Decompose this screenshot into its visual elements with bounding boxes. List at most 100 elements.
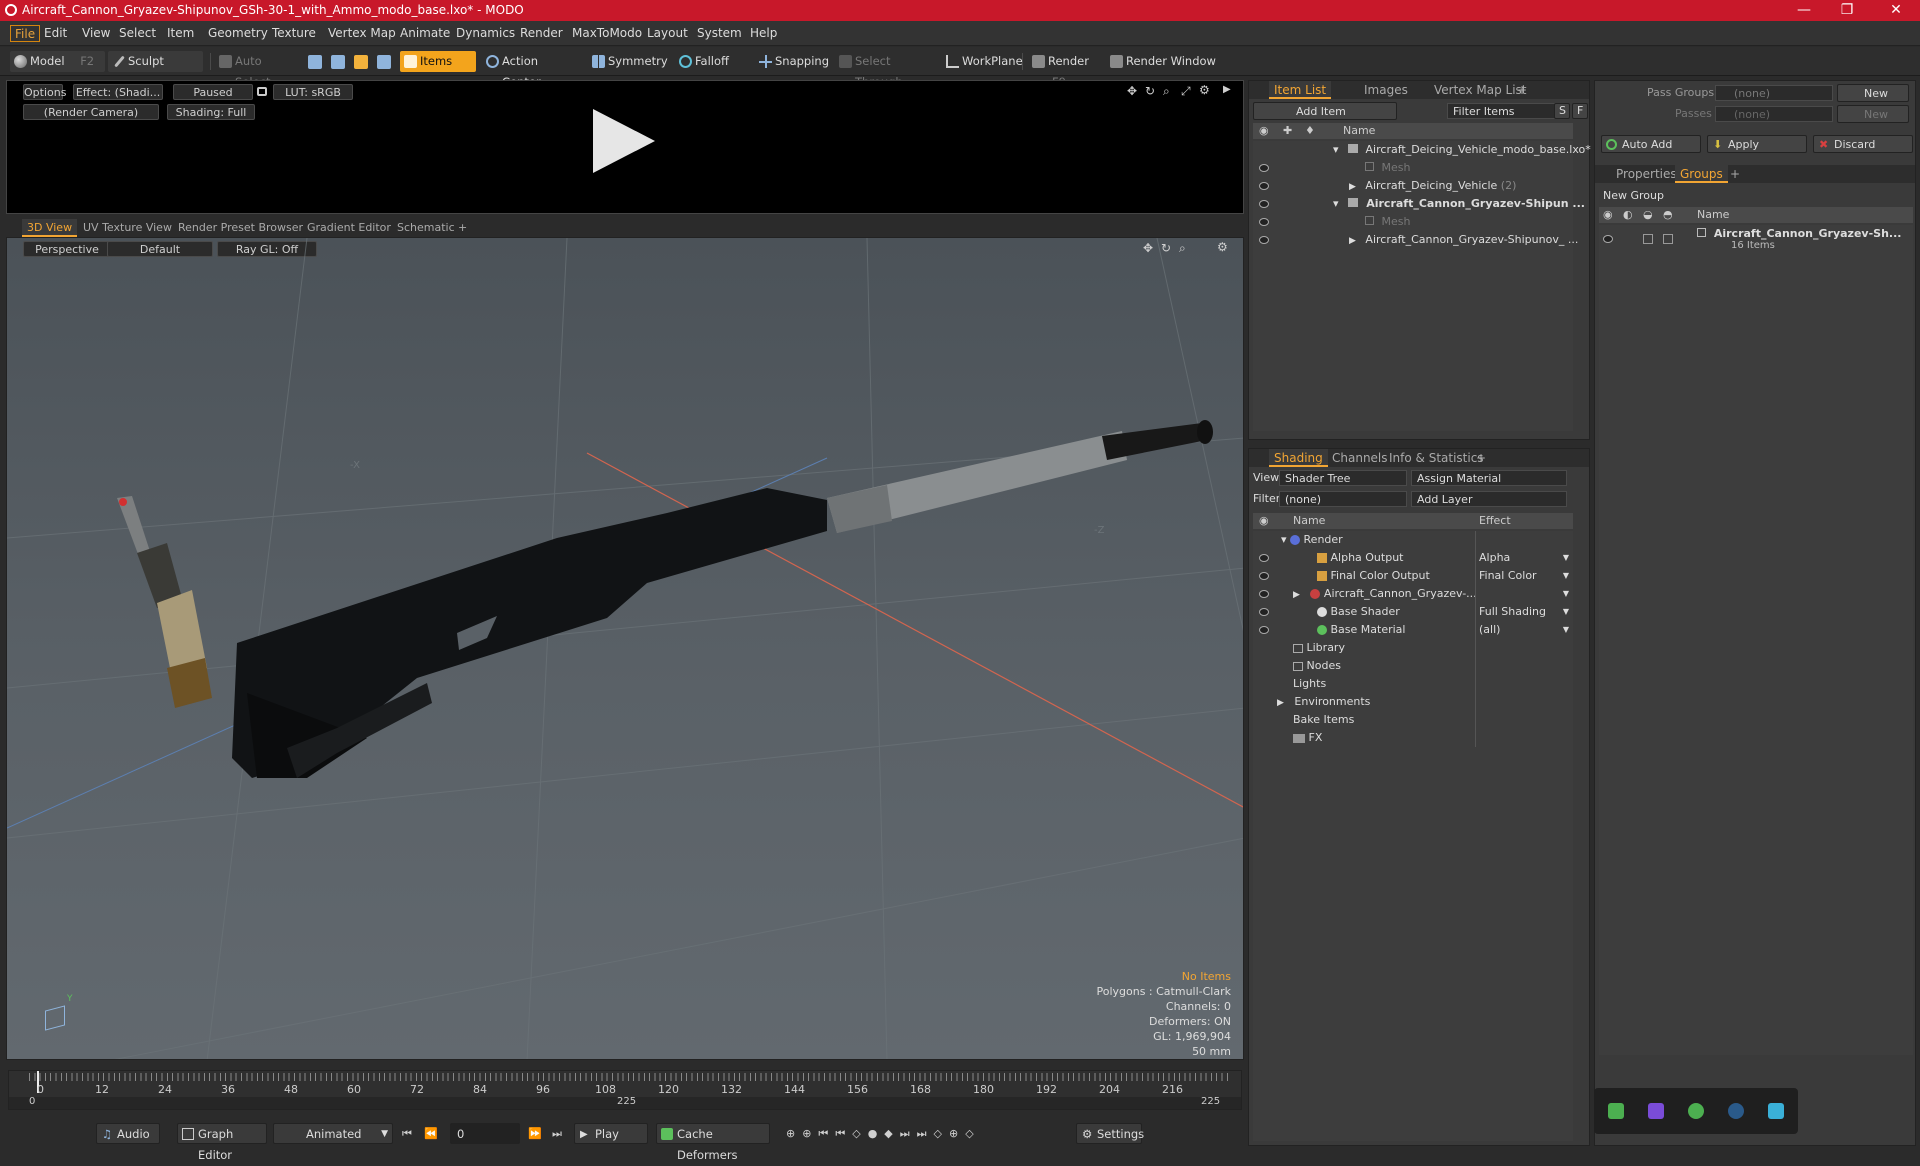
maximize-icon[interactable]: ⤢ [1181, 84, 1191, 99]
3d-viewport[interactable]: Perspective Default Ray GL: Off ✥ ↻ ⌕ ⚙ [6, 237, 1244, 1060]
tab-add[interactable]: + [1471, 449, 1491, 467]
tree-row-mesh[interactable]: Mesh [1365, 213, 1410, 231]
menu-dynamics[interactable]: Dynamics [452, 25, 519, 42]
model-mode-button[interactable]: Model F2 [10, 51, 105, 72]
menu-file[interactable]: File [10, 25, 41, 42]
checkbox[interactable] [1643, 234, 1653, 244]
tab-schematic[interactable]: Schematic [392, 219, 460, 237]
menu-item[interactable]: Item [163, 25, 198, 42]
play-icon[interactable] [593, 109, 655, 173]
new-group-button[interactable]: New Group [1599, 187, 1913, 205]
shader-row-nodes[interactable]: Nodes [1293, 657, 1341, 675]
tab-item-list[interactable]: Item List [1269, 81, 1332, 99]
filter-f-button[interactable]: F [1572, 103, 1588, 119]
visibility-eye-icon[interactable] [1259, 218, 1269, 226]
tab-groups[interactable]: Groups [1675, 165, 1728, 183]
vertices-mode-icon[interactable] [308, 55, 322, 69]
preview-effect-dropdown[interactable]: Effect: (Shadi... [73, 84, 163, 100]
effect-material[interactable]: ▼ [1479, 585, 1571, 603]
visibility-eye-icon[interactable] [1259, 554, 1269, 562]
rotate-icon[interactable]: ↻ [1145, 84, 1155, 98]
preview-lut-dropdown[interactable]: LUT: sRGB [273, 84, 353, 100]
preview-options-button[interactable]: Options [23, 84, 66, 100]
pan-icon[interactable]: ✥ [1127, 84, 1137, 98]
falloff-button[interactable]: Falloff [675, 51, 745, 72]
expand-toggle-icon[interactable]: ▶ [1349, 236, 1356, 246]
restore-button[interactable]: ❐ [1827, 0, 1867, 21]
symmetry-button[interactable]: Symmetry [588, 51, 668, 72]
tab-gradient-editor[interactable]: Gradient Editor [302, 219, 396, 237]
visibility-eye-icon[interactable] [1603, 235, 1613, 243]
visibility-eye-icon[interactable] [1259, 164, 1269, 172]
new-pass-button[interactable]: New [1837, 105, 1909, 123]
keyframe-tools-icons[interactable]: ⊕⊕⏮⏮◇●◆⏭⏭◇⊕◇ [786, 1127, 981, 1141]
passes-dropdown[interactable]: (none) [1715, 106, 1833, 122]
tab-add[interactable]: + [1512, 81, 1532, 99]
graph-editor-button[interactable]: Graph Editor [177, 1123, 267, 1162]
tab-add[interactable]: + [453, 219, 472, 237]
menu-layout[interactable]: Layout [643, 25, 692, 42]
security-check-icon[interactable] [1688, 1103, 1704, 1119]
preview-paused-button[interactable]: Paused [173, 84, 253, 100]
shader-row-alpha-output[interactable]: Alpha Output [1317, 549, 1403, 567]
audio-button[interactable]: ♫ Audio [96, 1123, 160, 1144]
preview-shading-dropdown[interactable]: Shading: Full [167, 104, 255, 120]
shader-row-base-material[interactable]: Base Material [1317, 621, 1405, 639]
expand-toggle-icon[interactable]: ▾ [1333, 143, 1339, 156]
edges-mode-icon[interactable] [331, 55, 345, 69]
shader-row-render[interactable]: ▾ Render [1281, 531, 1343, 549]
sculpt-button[interactable]: Sculpt [108, 51, 203, 72]
filter-dropdown[interactable]: (none) [1279, 491, 1407, 507]
tab-3d-view[interactable]: 3D View [22, 219, 78, 237]
polygons-mode-icon[interactable] [354, 55, 368, 69]
cache-deformers-button[interactable]: Cache Deformers [656, 1123, 770, 1162]
visibility-eye-icon[interactable] [1259, 608, 1269, 616]
items-mode-button[interactable]: Items [400, 51, 476, 72]
timeline[interactable]: 0 12 24 36 48 60 72 84 96 108 120 132 14… [8, 1070, 1242, 1110]
zoom-icon[interactable]: ⌕ [1163, 84, 1170, 99]
menu-texture[interactable]: Texture [268, 25, 320, 42]
expand-toggle-icon[interactable]: ▶ [1349, 182, 1356, 192]
visibility-eye-icon[interactable] [1259, 590, 1269, 598]
preview-camera-dropdown[interactable]: (Render Camera) [23, 104, 159, 120]
expand-toggle-icon[interactable]: ▶ [1277, 698, 1284, 708]
visibility-eye-icon[interactable] [1259, 626, 1269, 634]
go-to-end-icon[interactable]: ⏭ [552, 1127, 562, 1141]
snapping-button[interactable]: Snapping [755, 51, 835, 72]
shader-row-material-group[interactable]: ▶ Aircraft_Cannon_Gryazev-... [1293, 585, 1477, 603]
tree-row-mesh[interactable]: Mesh [1365, 159, 1410, 177]
visibility-eye-icon[interactable] [1259, 572, 1269, 580]
effect-full-shading[interactable]: Full Shading ▼ [1479, 603, 1571, 621]
menu-geometry[interactable]: Geometry [204, 25, 272, 42]
effect-alpha[interactable]: Alpha ▼ [1479, 549, 1571, 567]
menu-help[interactable]: Help [746, 25, 781, 42]
action-center-button[interactable]: Action Center [482, 51, 577, 89]
shader-row-environments[interactable]: ▶ Environments [1277, 693, 1370, 711]
shader-row-base-shader[interactable]: Base Shader [1317, 603, 1400, 621]
app-tray-icon[interactable] [1648, 1103, 1664, 1119]
tree-row-scene-2[interactable]: ▾ Aircraft_Cannon_Gryazev-Shipun ... [1333, 195, 1585, 213]
effect-all[interactable]: (all) ▼ [1479, 621, 1571, 639]
tab-uv-texture-view[interactable]: UV Texture View [78, 219, 177, 237]
new-pass-group-button[interactable]: New [1837, 84, 1909, 102]
animated-dropdown[interactable]: Animated ▼ [273, 1123, 393, 1144]
menu-edit[interactable]: Edit [40, 25, 71, 42]
tab-render-preset-browser[interactable]: Render Preset Browser [173, 219, 308, 237]
assign-material-button[interactable]: Assign Material [1411, 470, 1567, 486]
shader-row-final-color[interactable]: Final Color Output [1317, 567, 1430, 585]
materials-mode-icon[interactable] [377, 55, 391, 69]
tab-properties[interactable]: Properties [1611, 165, 1682, 183]
pass-groups-dropdown[interactable]: (none) [1715, 85, 1833, 101]
go-to-start-icon[interactable]: ⏮ [402, 1127, 412, 1141]
render-button[interactable]: Render F9 [1028, 51, 1104, 89]
add-item-dropdown[interactable]: Add Item [1253, 102, 1397, 120]
select-through-button[interactable]: Select Through [835, 51, 935, 89]
group-row[interactable]: Aircraft_Cannon_Gryazev-Sh... [1697, 225, 1901, 243]
discard-button[interactable]: ✖ Discard [1813, 135, 1913, 153]
visibility-eye-icon[interactable] [1259, 200, 1269, 208]
expand-arrow-icon[interactable]: ▶ [1223, 84, 1231, 95]
menu-view[interactable]: View [78, 25, 114, 42]
workplane-button[interactable]: WorkPlane [942, 51, 1027, 72]
close-button[interactable]: ✕ [1876, 0, 1916, 21]
menu-render[interactable]: Render [516, 25, 567, 42]
